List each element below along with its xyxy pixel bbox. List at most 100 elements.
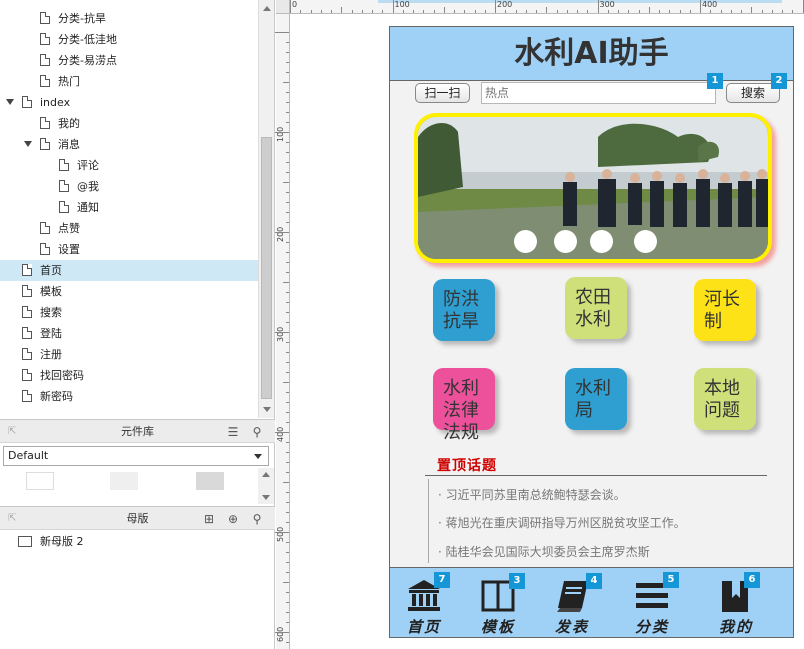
- page-icon: [22, 369, 32, 381]
- ruler-tick: [286, 292, 289, 293]
- tree-item-label: 模板: [40, 285, 62, 298]
- topic-item[interactable]: · 陆桂华会见国际大坝委员会主席罗杰斯: [438, 543, 650, 560]
- design-canvas[interactable]: 0 100 200 300 400 100 200 300 400 500 600 水利AI助手 …: [275, 0, 804, 649]
- tree-item-settings[interactable]: 设置: [0, 239, 258, 260]
- tree-item-comments[interactable]: 评论: [0, 155, 258, 176]
- tree-item-likes[interactable]: 点赞: [0, 218, 258, 239]
- ruler-tick: [286, 592, 289, 593]
- tree-item-recover-password[interactable]: 找回密码: [0, 365, 258, 386]
- topic-item[interactable]: · 蒋旭光在重庆调研指导万州区脱贫攻坚工作。: [438, 514, 686, 531]
- ruler-label: 300: [599, 0, 615, 9]
- ruler-tick: [423, 10, 425, 13]
- scan-button[interactable]: 扫一扫: [415, 83, 470, 103]
- library-select[interactable]: Default: [3, 446, 269, 466]
- tree-scrollbar[interactable]: [258, 0, 274, 418]
- topic-item[interactable]: · 习近平同苏里南总统鲍特瑟会谈。: [438, 486, 626, 503]
- tree-item-new-password[interactable]: 新密码: [0, 386, 258, 407]
- tree-item-template[interactable]: 模板: [0, 281, 258, 302]
- tree-item-search[interactable]: 搜索: [0, 302, 258, 323]
- page-icon: [22, 96, 32, 108]
- tile-water-law[interactable]: 水利 法律 法规: [433, 368, 495, 443]
- ruler-tick: [286, 362, 289, 363]
- pin-icon[interactable]: ⇱: [8, 427, 16, 437]
- tile-river-chief[interactable]: 河长 制: [694, 279, 756, 341]
- tile-label: 本地 问题: [704, 378, 740, 421]
- tree-item-messages[interactable]: 消息: [0, 134, 258, 155]
- annotation-badge: 5: [663, 572, 679, 588]
- tree-item-flood-point[interactable]: 分类-易涝点: [0, 50, 258, 71]
- page-icon: [22, 327, 32, 339]
- expand-arrow-icon[interactable]: [24, 141, 32, 147]
- scroll-down-icon[interactable]: [263, 407, 271, 412]
- add-master-icon[interactable]: ⊞: [202, 512, 216, 526]
- ruler-tick: [392, 0, 394, 13]
- ruler-tick: [290, 0, 291, 13]
- scroll-up-icon[interactable]: [263, 6, 271, 11]
- ruler-tick: [331, 10, 332, 13]
- ruler-label: 400: [276, 426, 285, 442]
- ruler-tick: [536, 10, 537, 13]
- tree-item-label: index: [40, 96, 71, 109]
- ruler-tick: [286, 462, 289, 463]
- tree-item-index[interactable]: index: [0, 92, 258, 113]
- pin-icon[interactable]: ⇱: [8, 514, 16, 524]
- carousel-dot[interactable]: [634, 230, 657, 253]
- ruler-tick: [741, 10, 742, 13]
- add-folder-icon[interactable]: ⊕: [226, 512, 240, 526]
- tree-item-drought[interactable]: 分类-抗旱: [0, 8, 258, 29]
- library-scrollbar[interactable]: [258, 468, 274, 504]
- menu-icon[interactable]: ☰: [226, 425, 240, 439]
- page-icon: [59, 159, 69, 171]
- tree-item-label: 登陆: [40, 327, 62, 340]
- tree-item-register[interactable]: 注册: [0, 344, 258, 365]
- scroll-thumb[interactable]: [261, 137, 272, 399]
- ruler-tick: [341, 7, 343, 13]
- ruler-tick: [372, 10, 373, 13]
- ruler-tick: [720, 10, 722, 13]
- ruler-tick: [443, 7, 445, 13]
- tree-item-mine[interactable]: 我的: [0, 113, 258, 134]
- search-icon[interactable]: ⚲: [250, 425, 264, 439]
- ruler-tick: [402, 10, 404, 13]
- ruler-tick: [286, 122, 289, 123]
- tree-item-lowland[interactable]: 分类-低洼地: [0, 29, 258, 50]
- carousel-dot[interactable]: [514, 230, 537, 253]
- ruler-tick: [310, 10, 312, 13]
- carousel-dot[interactable]: [554, 230, 577, 253]
- ruler-label: 100: [276, 126, 285, 142]
- ruler-tick: [286, 272, 289, 273]
- tree-item-notifications[interactable]: 通知: [0, 197, 258, 218]
- widget-thumbnail[interactable]: [196, 472, 224, 490]
- widget-thumbnail[interactable]: [110, 472, 138, 490]
- tile-local-issues[interactable]: 本地 问题: [694, 368, 756, 430]
- ruler-tick: [286, 312, 289, 313]
- search-icon[interactable]: ⚲: [250, 512, 264, 526]
- tile-water-bureau[interactable]: 水利 局: [565, 368, 627, 430]
- banner-carousel[interactable]: [414, 113, 772, 263]
- ruler-tick: [283, 482, 289, 483]
- ruler-label: 200: [276, 226, 285, 242]
- tree-item-mentions[interactable]: @我: [0, 176, 258, 197]
- search-input[interactable]: [481, 82, 716, 104]
- tab-label: 发表: [554, 618, 589, 636]
- ruler-tick: [286, 62, 289, 63]
- tile-farmland-water[interactable]: 农田 水利: [565, 277, 627, 339]
- ruler-tick: [275, 32, 289, 33]
- scroll-down-icon[interactable]: [262, 495, 270, 500]
- ruler-tick: [286, 222, 289, 223]
- page-icon: [22, 285, 32, 297]
- tree-item-login[interactable]: 登陆: [0, 323, 258, 344]
- ruler-tick: [792, 10, 794, 13]
- scroll-up-icon[interactable]: [262, 472, 270, 477]
- carousel-dot[interactable]: [590, 230, 613, 253]
- tree-item-home[interactable]: 首页: [0, 260, 258, 281]
- ruler-tick: [286, 52, 289, 53]
- page-icon: [22, 348, 32, 360]
- bottom-tab-bar: 首页 模板 发表 分类 我的 7 3 4 5 6: [390, 567, 793, 637]
- expand-arrow-icon[interactable]: [6, 99, 14, 105]
- tile-flood-drought[interactable]: 防洪 抗旱: [433, 279, 495, 341]
- ruler-tick: [275, 132, 289, 133]
- library-panel-title: 元件库: [121, 425, 154, 438]
- tree-item-hot[interactable]: 热门: [0, 71, 258, 92]
- widget-thumbnail[interactable]: [26, 472, 54, 490]
